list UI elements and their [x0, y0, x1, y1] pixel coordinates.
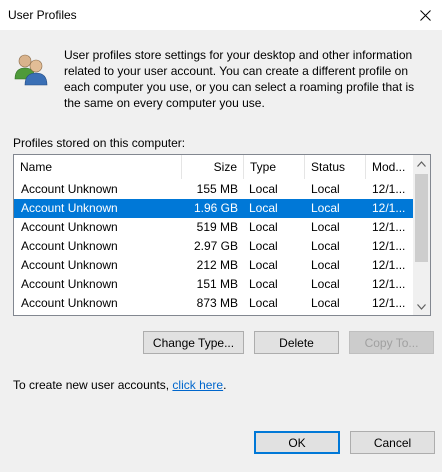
cell-size: 212 MB — [196, 258, 238, 272]
copy-to-button[interactable]: Copy To... — [349, 331, 434, 354]
delete-button[interactable]: Delete — [254, 331, 339, 354]
cell-size: 1.96 GB — [193, 201, 238, 215]
create-accounts-prefix: To create new user accounts, — [13, 378, 173, 392]
cell-size: 2.97 GB — [193, 239, 238, 253]
table-row[interactable]: Account Unknown 519 MB Local Local 12/1.… — [14, 218, 414, 237]
list-rows: Account Unknown 155 MB Local Local 12/1.… — [14, 180, 414, 313]
cell-name: Account Unknown — [21, 277, 118, 291]
window-title: User Profiles — [8, 8, 77, 22]
cell-name: Account Unknown — [21, 201, 118, 215]
cell-name: Account Unknown — [21, 258, 118, 272]
cell-status: Local — [311, 258, 340, 272]
table-row[interactable]: Account Unknown 151 MB Local Local 12/1.… — [14, 275, 414, 294]
cell-modified: 12/1... — [372, 258, 406, 272]
cell-type: Local — [249, 201, 278, 215]
scroll-up-button[interactable] — [413, 155, 430, 172]
title-bar: User Profiles — [0, 0, 442, 30]
close-icon — [419, 9, 431, 21]
cell-size: 519 MB — [196, 220, 238, 234]
cancel-button[interactable]: Cancel — [350, 431, 435, 454]
column-header-status[interactable]: Status — [305, 155, 366, 179]
cell-type: Local — [249, 220, 278, 234]
users-icon — [14, 54, 48, 86]
create-accounts-suffix: . — [223, 378, 227, 392]
profiles-label: Profiles stored on this computer: — [13, 136, 186, 150]
cell-type: Local — [249, 258, 278, 272]
user-profiles-dialog: User Profiles User profiles store settin… — [0, 0, 442, 472]
scroll-down-button[interactable] — [413, 298, 430, 315]
cell-status: Local — [311, 277, 340, 291]
cell-type: Local — [249, 296, 278, 310]
column-header-size[interactable]: Size — [182, 155, 244, 179]
cell-type: Local — [249, 239, 278, 253]
change-type-button[interactable]: Change Type... — [143, 331, 244, 354]
cell-size: 873 MB — [196, 296, 238, 310]
cell-status: Local — [311, 182, 340, 196]
chevron-up-icon — [417, 160, 426, 167]
cell-status: Local — [311, 296, 340, 310]
cell-modified: 12/1... — [372, 220, 406, 234]
close-button[interactable] — [408, 0, 442, 30]
ok-button[interactable]: OK — [254, 431, 340, 454]
column-header-modified[interactable]: Mod... — [366, 155, 414, 179]
click-here-link[interactable]: click here — [172, 378, 223, 392]
table-row-selected[interactable]: Account Unknown 1.96 GB Local Local 12/1… — [14, 199, 414, 218]
column-header-type[interactable]: Type — [244, 155, 305, 179]
cell-modified: 12/1... — [372, 239, 406, 253]
table-row[interactable]: Account Unknown 212 MB Local Local 12/1.… — [14, 256, 414, 275]
create-accounts-text: To create new user accounts, click here. — [13, 378, 226, 392]
cell-size: 155 MB — [196, 182, 238, 196]
cell-modified: 12/1... — [372, 201, 406, 215]
cell-size: 151 MB — [196, 277, 238, 291]
column-header-name[interactable]: Name — [14, 155, 182, 179]
scrollbar-thumb[interactable] — [415, 174, 428, 262]
cell-modified: 12/1... — [372, 296, 406, 310]
cell-status: Local — [311, 220, 340, 234]
intro-text: User profiles store settings for your de… — [64, 48, 415, 110]
list-header: Name Size Type Status Mod... — [14, 155, 414, 179]
cell-name: Account Unknown — [21, 220, 118, 234]
profiles-list[interactable]: Name Size Type Status Mod... Account Unk… — [13, 154, 431, 316]
table-row[interactable]: Account Unknown 2.97 GB Local Local 12/1… — [14, 237, 414, 256]
cell-status: Local — [311, 239, 340, 253]
cell-status: Local — [311, 201, 340, 215]
cell-modified: 12/1... — [372, 277, 406, 291]
chevron-down-icon — [417, 303, 426, 310]
cell-type: Local — [249, 182, 278, 196]
cell-type: Local — [249, 277, 278, 291]
table-row[interactable]: Account Unknown 155 MB Local Local 12/1.… — [14, 180, 414, 199]
cell-name: Account Unknown — [21, 296, 118, 310]
cell-name: Account Unknown — [21, 182, 118, 196]
cell-modified: 12/1... — [372, 182, 406, 196]
table-row[interactable]: Account Unknown 873 MB Local Local 12/1.… — [14, 294, 414, 313]
vertical-scrollbar[interactable] — [413, 155, 430, 315]
cell-name: Account Unknown — [21, 239, 118, 253]
